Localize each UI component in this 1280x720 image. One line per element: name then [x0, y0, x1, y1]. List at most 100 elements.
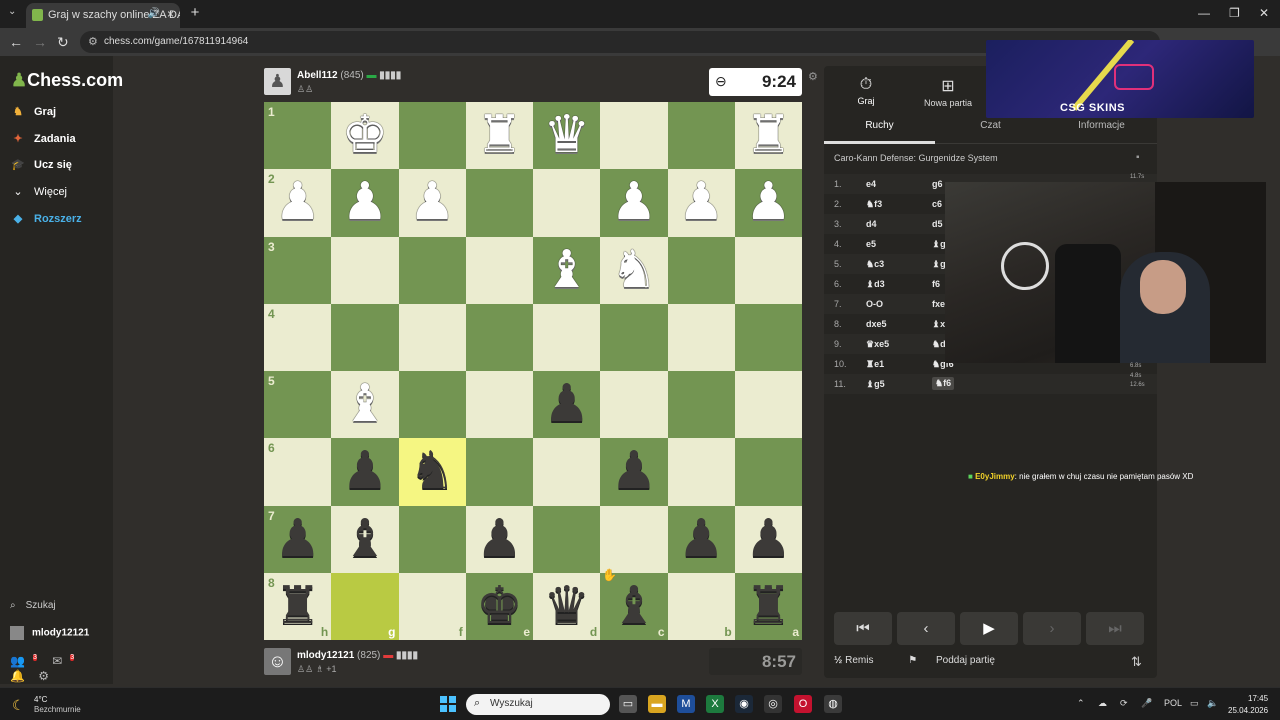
ad-banner[interactable]: CSG SKINS — [986, 40, 1254, 118]
white-piece-h2[interactable]: ♟ — [264, 169, 331, 236]
browser-tab[interactable]: Graj w szachy online ZA DARMO 🔊 × — [26, 3, 180, 28]
white-move[interactable]: e5 — [866, 239, 876, 249]
bell-icon[interactable]: 🔔 — [10, 669, 25, 683]
excel-icon[interactable]: X — [706, 695, 724, 713]
tray-app-icon[interactable]: ☁ — [1098, 698, 1107, 709]
square-b7[interactable]: ♟ — [667, 505, 735, 573]
square-f4[interactable] — [398, 303, 466, 371]
square-b8[interactable]: b — [667, 572, 735, 640]
taskbar-search[interactable]: ⌕ Wyszukaj — [466, 694, 610, 715]
square-g2[interactable]: ♟ — [331, 169, 399, 237]
app-m-icon[interactable]: M — [677, 695, 695, 713]
square-b6[interactable] — [667, 438, 735, 506]
flip-board-icon[interactable]: ⇅ — [1131, 654, 1142, 670]
white-piece-g5[interactable]: ♝ — [331, 371, 398, 438]
white-move[interactable]: e4 — [866, 179, 876, 189]
square-f6[interactable]: ♞ — [398, 438, 466, 506]
square-b3[interactable] — [667, 236, 735, 304]
square-a3[interactable] — [734, 236, 802, 304]
square-a8[interactable]: a ♜ — [734, 572, 802, 640]
square-e7[interactable]: ♟ — [465, 505, 533, 573]
square-c4[interactable] — [600, 303, 668, 371]
square-b4[interactable] — [667, 303, 735, 371]
black-move[interactable]: ♞f6 — [932, 377, 955, 390]
white-piece-d1[interactable]: ♛ — [533, 102, 600, 169]
bottom-player-avatar[interactable]: ☺ — [264, 648, 291, 675]
white-piece-d3[interactable]: ♝ — [533, 237, 600, 304]
chess-logo[interactable]: ♟Chess.com — [11, 70, 123, 91]
draw-button[interactable]: ½ Remis — [834, 655, 889, 666]
square-a6[interactable] — [734, 438, 802, 506]
square-d5[interactable]: ♟ — [533, 371, 601, 439]
white-piece-b2[interactable]: ♟ — [668, 169, 735, 236]
close-tab-icon[interactable]: × — [167, 7, 174, 21]
volume-icon[interactable]: 🔈 — [1207, 698, 1218, 709]
next-move-button[interactable]: › — [1023, 612, 1081, 645]
reload-icon[interactable]: ↻ — [57, 34, 69, 51]
square-b1[interactable] — [667, 102, 735, 170]
black-piece-b7[interactable]: ♟ — [668, 506, 735, 573]
black-move[interactable]: f6 — [932, 279, 940, 289]
minimize-icon[interactable]: — — [1198, 6, 1210, 20]
maximize-icon[interactable]: ❐ — [1229, 6, 1240, 20]
speaker-icon[interactable]: 🔊 — [148, 8, 160, 19]
task-view-icon[interactable]: ▭ — [619, 695, 637, 713]
settings-gear-icon[interactable]: ⚙ — [38, 669, 49, 683]
forward-icon[interactable]: → — [33, 34, 47, 50]
square-e2[interactable] — [465, 169, 533, 237]
white-move[interactable]: ♝d3 — [866, 279, 885, 290]
square-c7[interactable] — [600, 505, 668, 573]
square-a4[interactable] — [734, 303, 802, 371]
white-piece-f2[interactable]: ♟ — [399, 169, 466, 236]
white-piece-g2[interactable]: ♟ — [331, 169, 398, 236]
first-move-button[interactable]: ⏮ — [834, 612, 892, 645]
black-piece-g6[interactable]: ♟ — [331, 438, 398, 505]
mail-icon[interactable]: ✉ 3 — [52, 654, 76, 668]
tab-moves[interactable]: Ruchy — [824, 120, 935, 144]
white-piece-a2[interactable]: ♟ — [735, 169, 802, 236]
sidebar-item-puzzles[interactable]: ✦ Zadania — [10, 132, 75, 145]
white-move[interactable]: ♜e1 — [866, 359, 884, 370]
square-d3[interactable]: ♝ — [533, 236, 601, 304]
square-b2[interactable]: ♟ — [667, 169, 735, 237]
sidebar-item-play[interactable]: ♞ Graj — [10, 105, 56, 118]
square-g5[interactable]: ♝ — [331, 371, 399, 439]
square-h4[interactable]: 4 — [264, 303, 332, 371]
white-move[interactable]: ♞c3 — [866, 259, 884, 270]
white-move[interactable]: ♛xe5 — [866, 339, 889, 350]
black-piece-d8[interactable]: ♛ — [533, 573, 600, 640]
square-f1[interactable] — [398, 102, 466, 170]
square-d8[interactable]: d ♛ — [533, 572, 601, 640]
black-piece-a8[interactable]: ♜ — [735, 573, 802, 640]
square-a5[interactable] — [734, 371, 802, 439]
tab-search-icon[interactable]: ⌄ — [8, 6, 16, 17]
black-piece-a7[interactable]: ♟ — [735, 506, 802, 573]
square-e4[interactable] — [465, 303, 533, 371]
square-b5[interactable] — [667, 371, 735, 439]
play-button[interactable]: ▶ — [960, 612, 1018, 645]
top-player-name[interactable]: Abell112 (845) ▬ ▮▮▮▮ — [297, 70, 401, 81]
top-player-avatar[interactable]: ♟ — [264, 68, 291, 95]
black-move[interactable]: d5 — [932, 219, 943, 229]
book-icon[interactable]: ▪ — [1136, 152, 1140, 163]
square-d2[interactable] — [533, 169, 601, 237]
site-info-icon[interactable]: ⚙ — [88, 35, 98, 48]
square-e6[interactable] — [465, 438, 533, 506]
white-piece-e1[interactable]: ♜ — [466, 102, 533, 169]
square-f8[interactable]: f — [398, 572, 466, 640]
black-piece-c6[interactable]: ♟ — [600, 438, 667, 505]
square-h5[interactable]: 5 — [264, 371, 332, 439]
black-piece-h7[interactable]: ♟ — [264, 506, 331, 573]
square-e1[interactable]: ♜ — [465, 102, 533, 170]
prev-move-button[interactable]: ‹ — [897, 612, 955, 645]
square-e8[interactable]: e ♚ — [465, 572, 533, 640]
square-h1[interactable]: 1 — [264, 102, 332, 170]
white-piece-c3[interactable]: ♞ — [600, 237, 667, 304]
app-icon[interactable]: ◎ — [764, 695, 782, 713]
sidebar-user[interactable]: mlody12121 — [10, 626, 89, 640]
black-move[interactable]: g6 — [932, 179, 943, 189]
white-move[interactable]: O-O — [866, 299, 883, 309]
sidebar-item-upgrade[interactable]: ◆ Rozszerz — [10, 212, 82, 225]
close-window-icon[interactable]: ✕ — [1259, 6, 1269, 20]
file-explorer-icon[interactable]: ▬ — [648, 695, 666, 713]
